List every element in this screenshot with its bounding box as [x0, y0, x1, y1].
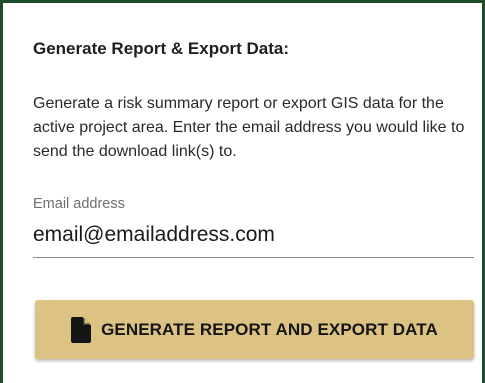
generate-report-button[interactable]: GENERATE REPORT AND EXPORT DATA: [35, 300, 474, 359]
email-field-group: Email address: [33, 195, 474, 258]
document-icon: [71, 316, 92, 343]
email-input[interactable]: [33, 222, 474, 258]
generate-button-label: GENERATE REPORT AND EXPORT DATA: [101, 319, 438, 339]
panel-description: Generate a risk summary report or export…: [33, 95, 465, 160]
email-field-label: Email address: [33, 196, 125, 212]
export-panel: Generate Report & Export Data: Generate …: [0, 0, 485, 383]
panel-title: Generate Report & Export Data:: [33, 39, 289, 58]
